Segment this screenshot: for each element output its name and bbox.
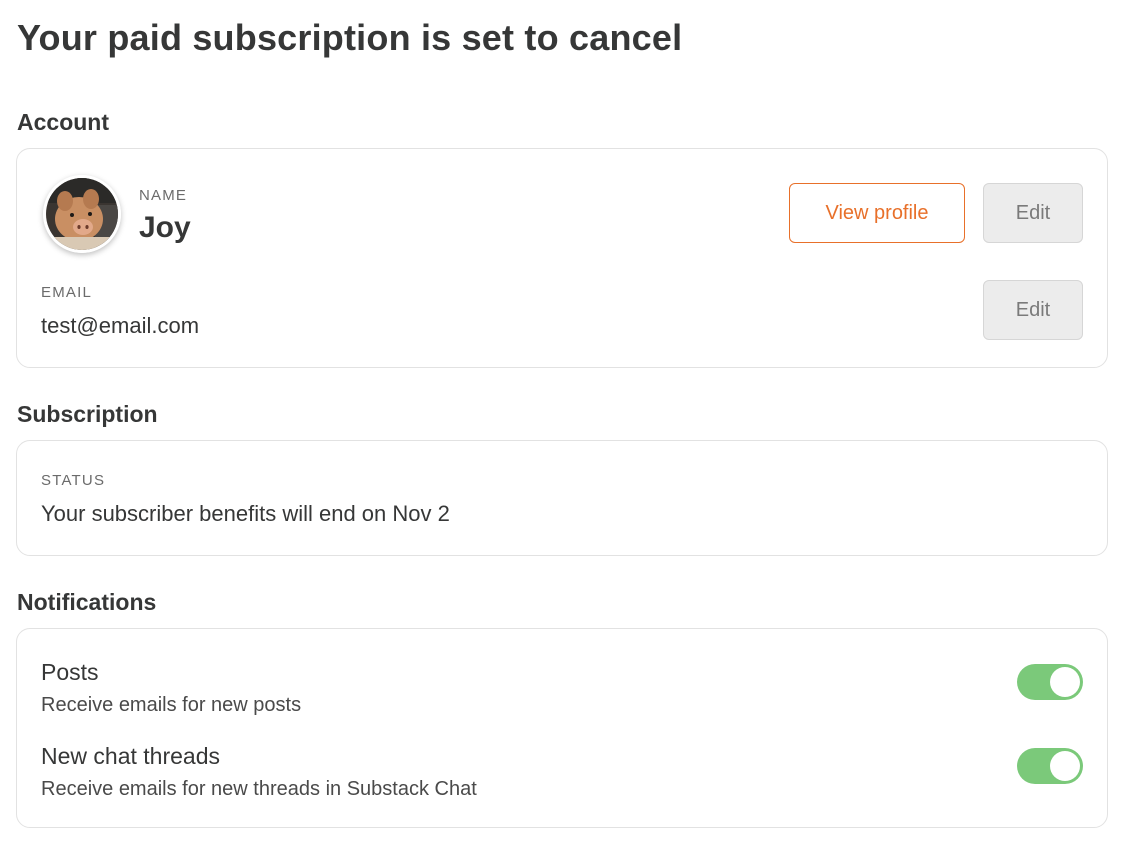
- email-label: EMAIL: [41, 284, 93, 301]
- notification-chat-description: Receive emails for new threads in Substa…: [41, 778, 477, 800]
- notification-chat-title: New chat threads: [41, 743, 220, 769]
- posts-toggle[interactable]: [1017, 664, 1083, 700]
- status-value: Your subscriber benefits will end on Nov…: [41, 501, 450, 526]
- name-value: Joy: [139, 211, 191, 244]
- account-section-title: Account: [17, 109, 109, 135]
- subscription-section-title: Subscription: [17, 401, 158, 427]
- account-card: NAME Joy View profile Edit EMAIL test@em…: [16, 148, 1108, 368]
- page-title: Your paid subscription is set to cancel: [17, 17, 683, 58]
- toggle-knob: [1050, 667, 1080, 697]
- settings-page: Your paid subscription is set to cancel …: [0, 0, 1124, 846]
- email-value: test@email.com: [41, 313, 200, 338]
- avatar[interactable]: [43, 175, 121, 253]
- edit-email-button[interactable]: Edit: [983, 280, 1083, 340]
- edit-name-button[interactable]: Edit: [983, 183, 1083, 243]
- view-profile-button[interactable]: View profile: [789, 183, 965, 243]
- toggle-knob: [1050, 751, 1080, 781]
- name-label: NAME: [139, 187, 188, 204]
- notifications-card: Posts Receive emails for new posts New c…: [16, 628, 1108, 828]
- notification-posts-title: Posts: [41, 659, 99, 685]
- chat-threads-toggle[interactable]: [1017, 748, 1083, 784]
- subscription-card: STATUS Your subscriber benefits will end…: [16, 440, 1108, 556]
- notifications-section-title: Notifications: [17, 589, 157, 615]
- avatar-image: [43, 175, 121, 253]
- notification-posts-description: Receive emails for new posts: [41, 694, 302, 716]
- status-label: STATUS: [41, 472, 106, 489]
